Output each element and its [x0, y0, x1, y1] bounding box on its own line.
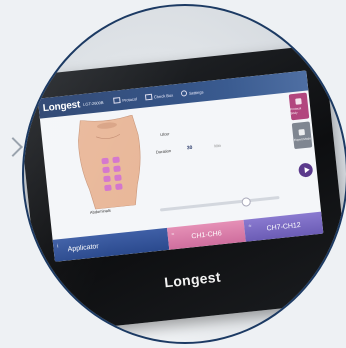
model-label: LGT-2600B	[82, 99, 104, 107]
protocol-body-button[interactable]: Protocol Body	[288, 92, 310, 121]
tab-ch7-ch12[interactable]: ≈ CH7-CH12	[243, 211, 324, 242]
checkbox-icon	[144, 93, 153, 101]
wave-icon: ≈	[171, 231, 175, 238]
tab-applicator-label: Applicator	[67, 242, 100, 253]
tab-ch7-ch12-label: CH7-CH12	[266, 221, 302, 232]
param-ulcer: Ulcer	[160, 131, 170, 137]
person-icon	[298, 128, 306, 136]
protocol-icon	[113, 97, 121, 104]
slider-knob[interactable]	[241, 197, 252, 207]
protocol-body-label: Protocol Body	[290, 106, 302, 116]
play-icon	[303, 166, 310, 174]
top-nav: Protocol Check Box Settings	[113, 88, 212, 104]
info-icon: i	[57, 243, 59, 250]
expert-mode-button[interactable]: Expert Mode	[291, 121, 313, 150]
param-ulcer-label: Ulcer	[159, 131, 170, 138]
nav-settings-label: Settings	[188, 88, 204, 96]
device-bezel: Longest LGT-2600B Protocol Check Box Set…	[24, 44, 346, 334]
tab-ch1-ch6-label: CH1-CH6	[191, 229, 222, 240]
body-icon	[295, 98, 302, 105]
app-logo: Longest	[42, 98, 81, 114]
nav-protocol-label: Protocol	[122, 95, 138, 103]
nav-protocol[interactable]: Protocol	[113, 95, 138, 104]
gear-icon	[180, 90, 188, 97]
touch-screen: Longest LGT-2600B Protocol Check Box Set…	[37, 70, 324, 262]
nav-check-box[interactable]: Check Box	[144, 92, 174, 101]
body-region-label: Abdominals	[89, 207, 111, 215]
body-map-figure[interactable]	[66, 113, 155, 211]
param-duration: Duration 30 Min	[156, 142, 221, 155]
chevron-right-icon	[3, 137, 23, 157]
expert-mode-label: Expert Mode	[293, 136, 312, 143]
bezel-brand: Longest	[163, 268, 222, 291]
nav-check-box-label: Check Box	[153, 92, 174, 100]
tab-applicator[interactable]: i Applicator	[52, 227, 170, 262]
side-buttons: Protocol Body Expert Mode	[288, 92, 313, 153]
channel-tabs: i Applicator ≈ CH1-CH6 ≈ CH7-CH12	[52, 211, 324, 262]
play-button[interactable]	[298, 162, 314, 178]
duration-value[interactable]: 30	[187, 145, 193, 152]
param-duration-label: Duration	[155, 147, 172, 155]
duration-unit: Min	[214, 142, 221, 148]
product-photo-frame: Longest LGT-2600B Protocol Check Box Set…	[22, 4, 346, 344]
top-bar: Longest LGT-2600B Protocol Check Box Set…	[37, 70, 309, 119]
wave-icon: ≈	[248, 223, 252, 230]
nav-settings[interactable]: Settings	[180, 88, 204, 97]
progress-slider[interactable]	[159, 195, 280, 212]
tab-ch1-ch6[interactable]: ≈ CH1-CH6	[166, 219, 247, 250]
